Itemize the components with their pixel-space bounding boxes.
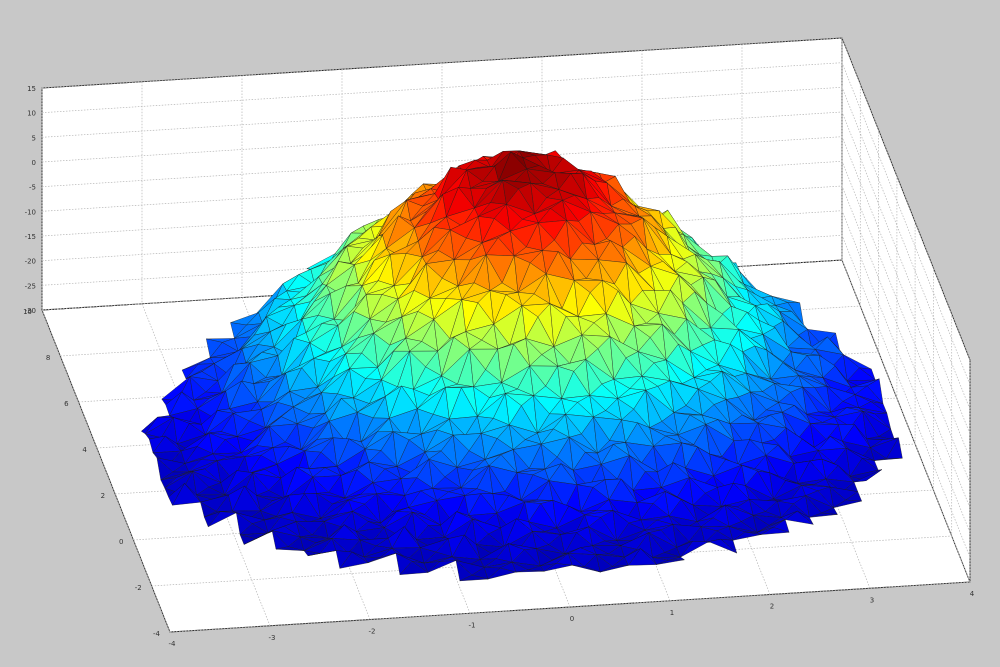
x-tick-label: 1	[670, 609, 674, 617]
z-tick-label: -20	[25, 258, 36, 266]
z-tick-label: 15	[27, 85, 36, 93]
z-tick-label: -5	[29, 184, 36, 192]
x-tick-label: -4	[169, 640, 177, 648]
y-tick-label: 6	[64, 400, 69, 408]
x-tick-label: 3	[870, 596, 874, 604]
y-tick-label: 4	[82, 446, 87, 454]
z-tick-label: -15	[25, 233, 36, 241]
z-tick-label: 5	[32, 134, 36, 142]
z-tick-label: 0	[32, 159, 36, 167]
z-tick-label: -25	[25, 282, 36, 290]
z-tick-label: -30	[25, 307, 36, 315]
surface-plot: -4-3-2-101234-4-20246810-30-25-20-15-10-…	[0, 0, 1000, 667]
x-tick-label: 0	[570, 615, 574, 623]
x-tick-label: 2	[770, 603, 774, 611]
y-tick-label: 0	[119, 538, 123, 546]
y-tick-label: 8	[46, 354, 50, 362]
x-tick-label: -2	[369, 628, 376, 636]
z-tick-label: -10	[25, 208, 36, 216]
x-tick-label: 4	[970, 590, 975, 598]
y-tick-label: 2	[101, 492, 105, 500]
y-tick-label: -4	[153, 630, 161, 638]
x-tick-label: -1	[469, 621, 476, 629]
z-tick-label: 10	[27, 110, 36, 118]
x-tick-label: -3	[269, 634, 276, 642]
y-tick-label: -2	[135, 584, 142, 592]
